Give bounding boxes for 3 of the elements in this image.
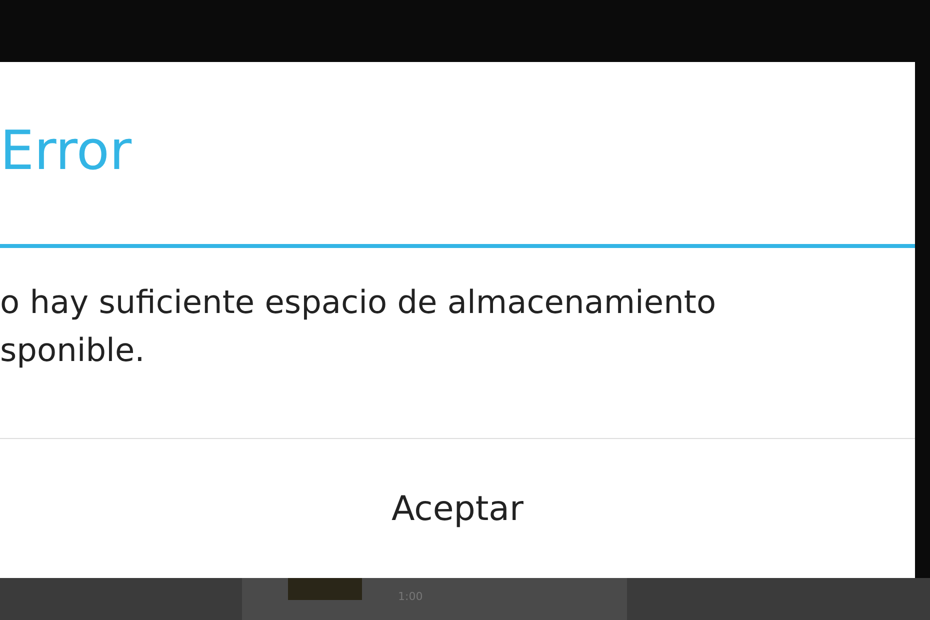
dialog-title: Error bbox=[0, 124, 132, 178]
dialog-message: sponible. bbox=[0, 330, 145, 371]
dialog-message: o hay suficiente espacio de almacenamiento bbox=[0, 282, 716, 323]
